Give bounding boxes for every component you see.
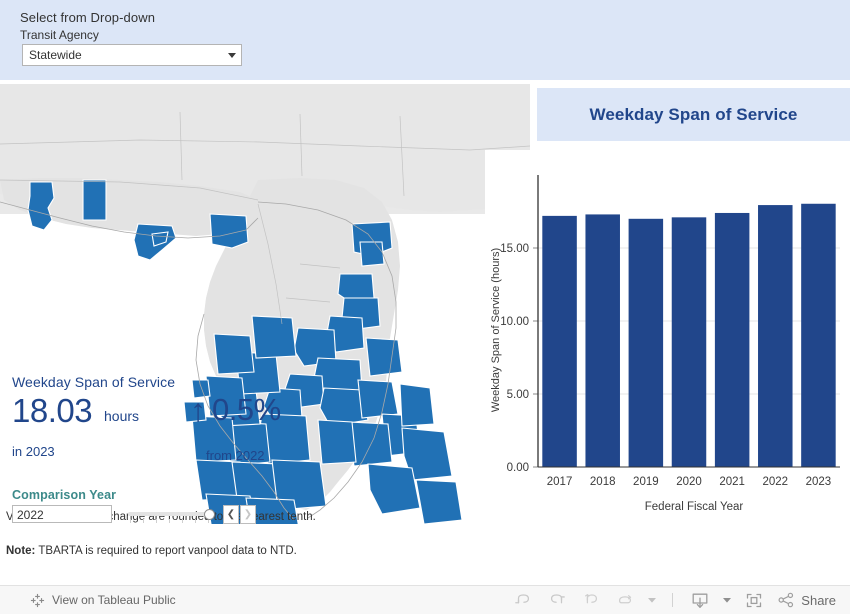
transit-agency-value: Statewide [29, 48, 82, 62]
chart-bars [542, 203, 836, 467]
bar[interactable] [542, 215, 577, 467]
comparison-year-label: Comparison Year [12, 488, 117, 502]
revert-button[interactable] [574, 586, 608, 614]
comparison-year-slider[interactable] [128, 505, 216, 523]
note-text: TBARTA is required to report vanpool dat… [35, 545, 297, 557]
comparison-year-control: Comparison Year 2022 ❮ ❯ [12, 488, 292, 524]
x-tick-label: 2021 [719, 476, 745, 488]
chart-title-band: Weekday Span of Service [537, 88, 850, 141]
slider-ticks [130, 519, 212, 524]
toolbar-actions: Share [506, 586, 836, 614]
kpi-unit: hours [104, 408, 140, 424]
share-icon [778, 592, 794, 608]
arrow-up-icon: ↑ [190, 392, 206, 428]
chevron-down-icon [223, 52, 241, 58]
download-button[interactable] [683, 586, 717, 614]
refresh-icon [619, 595, 632, 604]
x-tick-label: 2018 [590, 476, 616, 488]
chart-y-tick-labels: 0.00 5.00 10.00 15.00 [500, 243, 529, 474]
undo-button[interactable] [506, 586, 540, 614]
y-tick-label: 0.00 [507, 462, 529, 474]
y-tick-label: 15.00 [500, 243, 529, 255]
tableau-toolbar: View on Tableau Public Share [0, 585, 850, 614]
comparison-year-row: 2022 ❮ ❯ [12, 505, 292, 524]
y-tick-label: 10.00 [500, 316, 529, 328]
bar[interactable] [628, 218, 664, 467]
kpi-delta-period: from 2022 [206, 448, 265, 463]
bar[interactable] [801, 203, 836, 467]
chevron-right-icon: ❯ [243, 509, 253, 520]
chart-title: Weekday Span of Service [589, 104, 798, 124]
view-on-tableau-public-label: View on Tableau Public [52, 593, 176, 607]
share-button[interactable]: Share [771, 592, 836, 608]
x-tick-label: 2020 [676, 476, 702, 488]
kpi-value-row: 18.03 hours ↑ 0.5% in 2023 from 2022 [12, 392, 292, 463]
chevron-down-icon [723, 598, 732, 603]
note-label: Note: [6, 545, 36, 557]
weekday-span-bar-chart[interactable]: 0.005.0010.0015.00 2017 2018 2019 2020 2021 2… [485, 150, 850, 525]
fullscreen-icon [747, 593, 762, 607]
y-axis-label: Weekday Span of Service (hours) [490, 248, 502, 412]
redo-icon [551, 594, 566, 604]
dashboard-root: Select from Drop-down Transit Agency Sta… [0, 0, 850, 614]
kpi-delta: 0.5% [212, 392, 281, 427]
share-label: Share [801, 592, 836, 608]
kpi-title: Weekday Span of Service [12, 374, 176, 390]
download-dropdown-button[interactable] [717, 586, 737, 614]
download-icon [692, 593, 708, 608]
florida-map-panel[interactable]: Weekday Span of Service 18.03 hours ↑ 0.… [0, 84, 530, 524]
comparison-year-input[interactable]: 2022 [12, 505, 112, 523]
undo-icon [515, 594, 530, 604]
kpi-block: Weekday Span of Service 18.03 hours ↑ 0.… [12, 374, 292, 463]
view-on-tableau-public-button[interactable]: View on Tableau Public [30, 586, 176, 614]
slider-handle[interactable] [204, 509, 215, 520]
revert-icon [585, 594, 598, 604]
toolbar-divider [672, 593, 674, 607]
transit-agency-dropdown[interactable]: Statewide [22, 44, 242, 66]
chevron-down-icon [648, 598, 657, 603]
chart-x-tick-labels: 2017 2018 2019 2020 2021 2022 2023 [547, 476, 831, 488]
comparison-year-prev-button[interactable]: ❮ [223, 505, 239, 524]
kpi-period: in 2023 [12, 444, 55, 459]
fullscreen-button[interactable] [737, 586, 771, 614]
comparison-year-next-button[interactable]: ❯ [240, 505, 256, 524]
transit-agency-label: Transit Agency [20, 28, 99, 42]
bar[interactable] [714, 212, 750, 467]
x-tick-label: 2022 [762, 476, 788, 488]
filter-panel-title: Select from Drop-down [20, 10, 156, 25]
florida-county-choropleth[interactable] [0, 84, 530, 524]
kpi-value: 18.03 [12, 392, 93, 429]
x-axis-label: Federal Fiscal Year [645, 501, 744, 513]
y-tick-label: 5.00 [507, 389, 529, 401]
redo-button[interactable] [540, 586, 574, 614]
pause-dropdown-button[interactable] [642, 586, 662, 614]
x-tick-label: 2017 [547, 476, 573, 488]
bar[interactable] [585, 214, 620, 467]
x-tick-label: 2023 [806, 476, 832, 488]
bar-chart-panel[interactable]: 0.00 5.00 10.00 15.00 2017 2018 2019 2020 2021 2… [485, 150, 850, 525]
slider-fill [128, 512, 210, 516]
filter-band: Select from Drop-down Transit Agency Sta… [0, 0, 850, 80]
tableau-logo-icon [30, 593, 45, 607]
tbarta-note: Note: TBARTA is required to report vanpo… [6, 545, 297, 557]
x-tick-label: 2019 [633, 476, 659, 488]
bar[interactable] [758, 205, 793, 467]
refresh-button[interactable] [608, 586, 642, 614]
chevron-left-icon: ❮ [226, 509, 236, 520]
bar[interactable] [671, 217, 707, 467]
